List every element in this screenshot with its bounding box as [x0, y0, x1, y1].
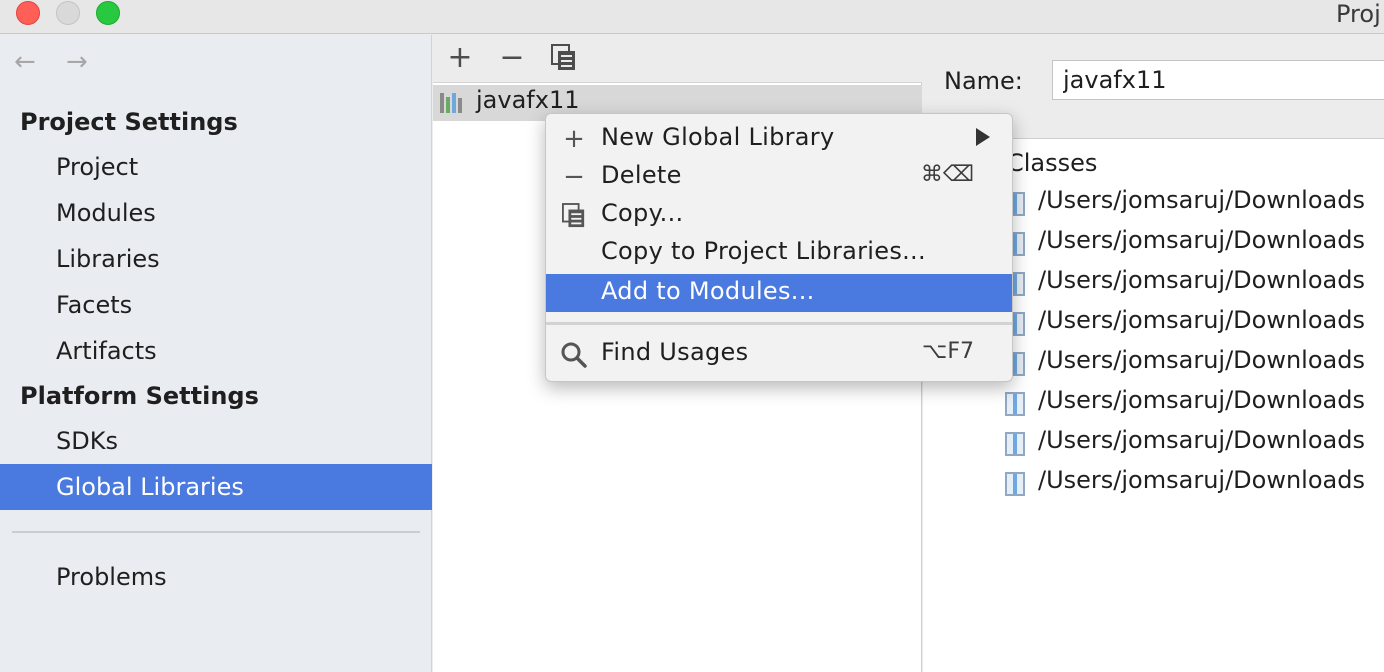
jar-path: /Users/jomsaruj/Downloads [1038, 306, 1365, 334]
jar-entry[interactable]: /Users/jomsaruj/Downloads [1005, 344, 1384, 384]
jar-path: /Users/jomsaruj/Downloads [1038, 186, 1365, 214]
jar-entry[interactable]: /Users/jomsaruj/Downloads [1005, 424, 1384, 464]
sidebar-item-artifacts[interactable]: Artifacts [0, 328, 432, 374]
menu-item-label: Delete [601, 161, 682, 189]
sidebar-item-project[interactable]: Project [0, 144, 432, 190]
sidebar-item-sdks[interactable]: SDKs [0, 418, 432, 464]
title-bar: Proj [0, 0, 1384, 34]
sidebar-item-libraries[interactable]: Libraries [0, 236, 432, 282]
forward-arrow-icon[interactable]: → [66, 47, 88, 77]
jar-file-icon [1005, 392, 1025, 416]
sidebar-item-facets[interactable]: Facets [0, 282, 432, 328]
menu-item-label: Find Usages [601, 338, 749, 366]
window-title: Proj [1336, 0, 1381, 28]
menu-separator [546, 322, 1012, 325]
remove-library-icon[interactable]: − [497, 41, 527, 75]
menu-item-label: Add to Modules... [601, 277, 815, 305]
project-settings-header: Project Settings [20, 108, 238, 136]
library-name-field[interactable] [1052, 60, 1384, 100]
jar-path: /Users/jomsaruj/Downloads [1038, 386, 1365, 414]
jar-file-icon [1005, 472, 1025, 496]
menu-item-label: Copy... [601, 199, 684, 227]
plus-icon: + [563, 124, 585, 154]
jar-entry[interactable]: /Users/jomsaruj/Downloads [1005, 304, 1384, 344]
settings-sidebar: ← → Project Settings Project Modules Lib… [0, 35, 432, 672]
jar-entry[interactable]: /Users/jomsaruj/Downloads [1005, 384, 1384, 424]
add-library-icon[interactable]: + [445, 41, 475, 75]
jar-path: /Users/jomsaruj/Downloads [1038, 226, 1365, 254]
jar-entry[interactable]: /Users/jomsaruj/Downloads [1005, 184, 1384, 224]
menu-item-delete[interactable]: − Delete ⌘⌫ [546, 158, 1012, 196]
library-context-menu: + New Global Library − Delete ⌘⌫ Copy...… [545, 113, 1013, 382]
zoom-window-button[interactable] [96, 1, 120, 25]
minimize-window-button[interactable] [56, 1, 80, 25]
libraries-toolbar: + − [433, 35, 922, 83]
sidebar-divider [12, 531, 420, 533]
library-name: javafx11 [476, 86, 580, 114]
copy-library-icon[interactable] [549, 41, 579, 75]
jar-path: /Users/jomsaruj/Downloads [1038, 426, 1365, 454]
minus-icon: − [563, 162, 585, 192]
jar-file-icon [1005, 432, 1025, 456]
submenu-arrow-icon [976, 128, 990, 146]
sidebar-item-problems[interactable]: Problems [0, 554, 432, 600]
menu-item-copy-to-project-libraries[interactable]: Copy to Project Libraries... [546, 234, 1012, 272]
jar-path: /Users/jomsaruj/Downloads [1038, 266, 1365, 294]
close-window-button[interactable] [16, 1, 40, 25]
search-icon [560, 339, 588, 369]
menu-item-label: Copy to Project Libraries... [601, 237, 926, 265]
name-label: Name: [944, 67, 1023, 95]
jar-entry[interactable]: /Users/jomsaruj/Downloads [1005, 224, 1384, 264]
menu-item-copy[interactable]: Copy... [546, 196, 1012, 234]
menu-shortcut: ⌥F7 [921, 339, 974, 364]
sidebar-item-modules[interactable]: Modules [0, 190, 432, 236]
jar-path: /Users/jomsaruj/Downloads [1038, 466, 1365, 494]
jar-path: /Users/jomsaruj/Downloads [1038, 346, 1365, 374]
menu-shortcut: ⌘⌫ [920, 162, 974, 187]
library-icon [439, 92, 467, 114]
jar-entry[interactable]: /Users/jomsaruj/Downloads [1005, 264, 1384, 304]
menu-item-new-global-library[interactable]: + New Global Library [546, 120, 1012, 158]
sidebar-item-global-libraries[interactable]: Global Libraries [0, 464, 432, 510]
menu-item-add-to-modules[interactable]: Add to Modules... [546, 274, 1012, 312]
jar-entry[interactable]: /Users/jomsaruj/Downloads [1005, 464, 1384, 504]
copy-icon [560, 200, 588, 230]
platform-settings-header: Platform Settings [20, 382, 259, 410]
menu-item-find-usages[interactable]: Find Usages ⌥F7 [546, 335, 1012, 373]
classes-header: Classes [1007, 149, 1098, 177]
menu-item-label: New Global Library [601, 123, 835, 151]
back-arrow-icon[interactable]: ← [14, 47, 36, 77]
